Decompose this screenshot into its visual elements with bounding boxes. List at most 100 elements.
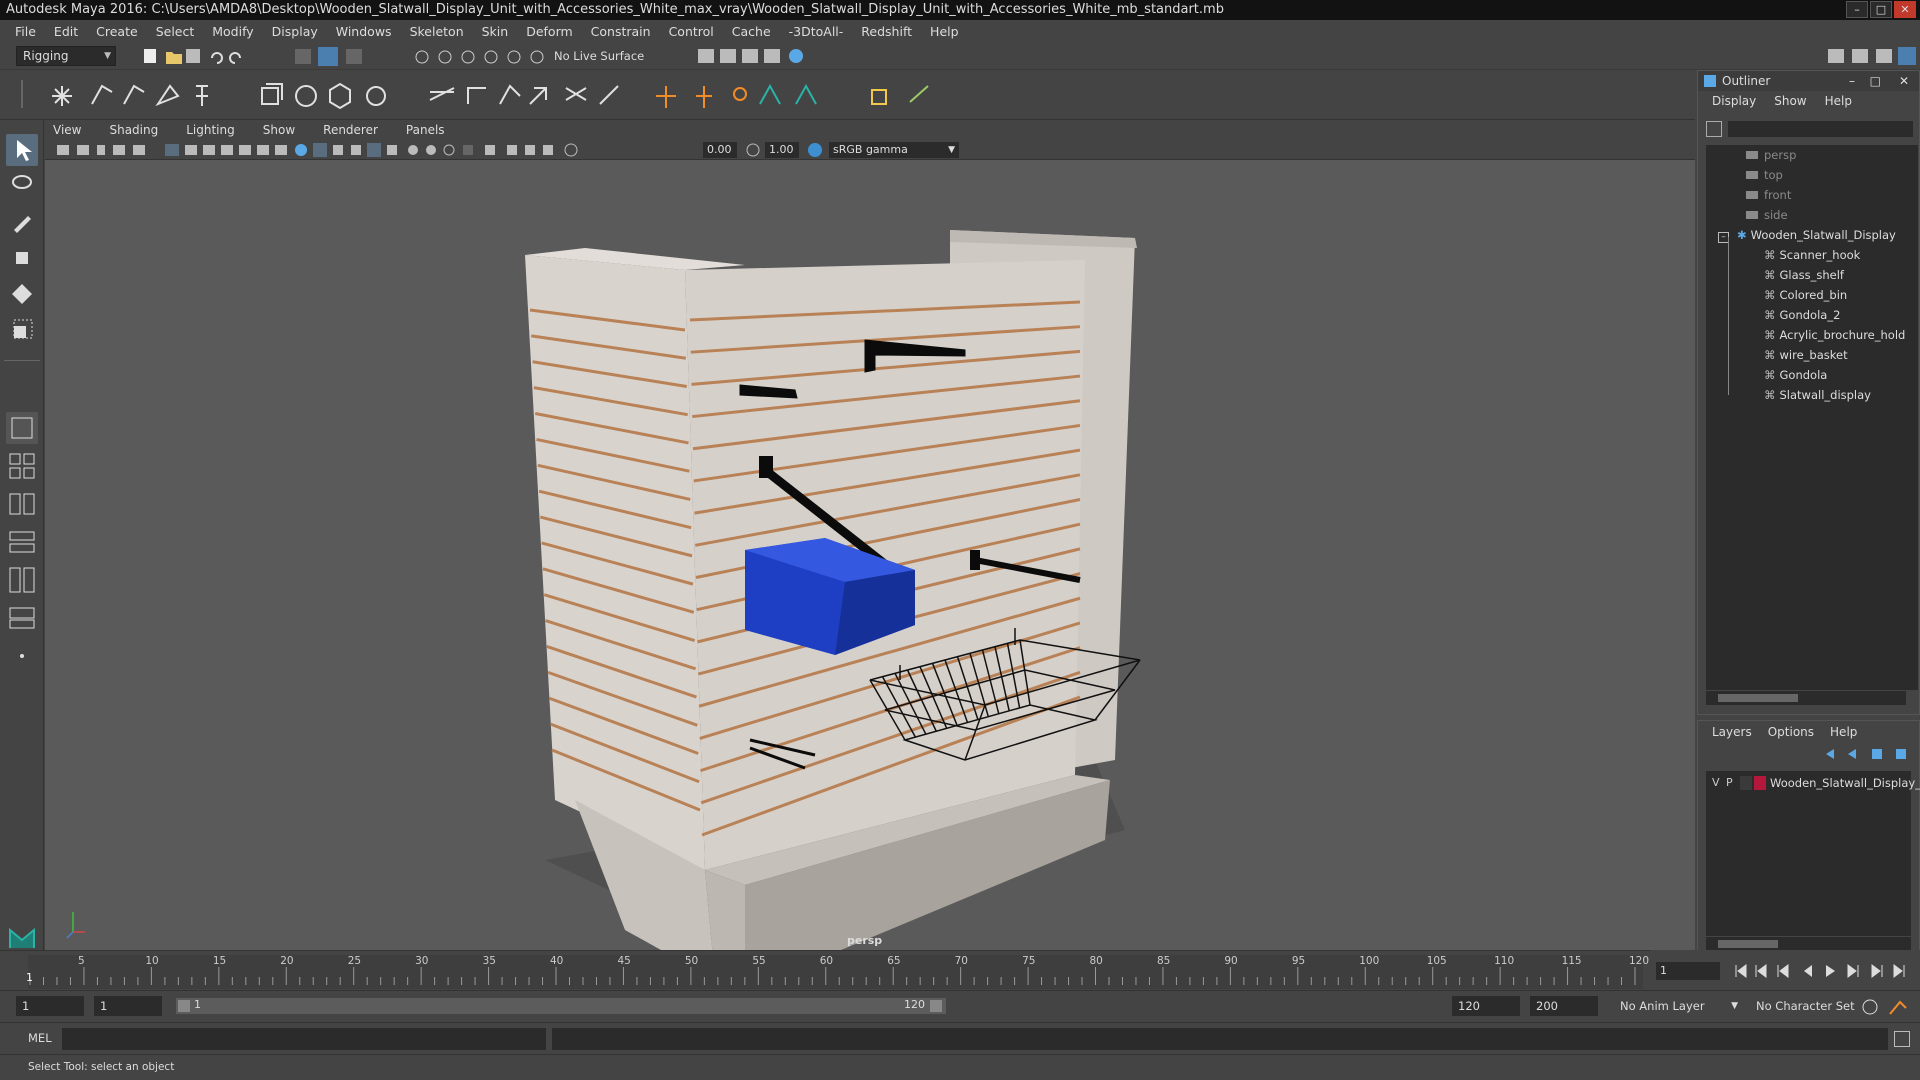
- two-view-layout-button[interactable]: [6, 488, 38, 520]
- anim-layer-value: No Anim Layer: [1620, 999, 1705, 1013]
- panel-menu-show[interactable]: Show: [263, 123, 295, 137]
- scale-tool-button[interactable]: [6, 314, 38, 346]
- filter-icon[interactable]: [1706, 121, 1722, 137]
- status-line-icons: [144, 47, 544, 66]
- outliner-item-scanner-hook[interactable]: ⌘ Scanner_hook: [1764, 245, 1860, 265]
- select-tool-button[interactable]: [6, 134, 38, 166]
- layer-color-swatch[interactable]: [1754, 776, 1766, 790]
- outliner-menu-display[interactable]: Display: [1712, 94, 1756, 108]
- panel-menu-shading[interactable]: Shading: [109, 123, 158, 137]
- layer-visibility-toggle[interactable]: V: [1712, 776, 1720, 789]
- menu-set-dropdown[interactable]: Rigging ▼: [16, 46, 116, 66]
- range-end-handle[interactable]: [930, 1000, 942, 1012]
- menu-redshift[interactable]: Redshift: [852, 24, 921, 39]
- outliner-title: Outliner: [1722, 74, 1771, 88]
- menu-control[interactable]: Control: [660, 24, 723, 39]
- menu-create[interactable]: Create: [87, 24, 147, 39]
- more-layouts-button[interactable]: [6, 640, 38, 672]
- transform-icon: ⌘: [1764, 388, 1776, 402]
- live-surface-field[interactable]: No Live Surface: [554, 46, 654, 66]
- outliner-menu-help[interactable]: Help: [1825, 94, 1852, 108]
- outliner-item-persp[interactable]: persp: [1746, 145, 1796, 165]
- snap-curve-icon: [438, 50, 452, 64]
- outliner-item-wire-basket[interactable]: ⌘ wire_basket: [1764, 345, 1848, 365]
- layer-reference-toggle[interactable]: [1740, 776, 1752, 790]
- menu-windows[interactable]: Windows: [327, 24, 401, 39]
- single-view-layout-button[interactable]: [6, 412, 38, 444]
- menu-cache[interactable]: Cache: [723, 24, 780, 39]
- panel-menu-view[interactable]: View: [53, 123, 81, 137]
- color-management-icon[interactable]: [807, 142, 823, 158]
- menu-3dtoall[interactable]: -3DtoAll-: [780, 24, 853, 39]
- outliner-item-slatwall-display[interactable]: ⌘ Slatwall_display: [1764, 385, 1871, 405]
- layer-playback-toggle[interactable]: P: [1726, 776, 1733, 789]
- gamma-field[interactable]: 1.00: [765, 142, 799, 158]
- outliner-v-scrollbar[interactable]: [1906, 145, 1918, 690]
- view-transform-dropdown[interactable]: sRGB gamma ▼: [829, 142, 959, 158]
- paint-select-button[interactable]: [6, 206, 38, 238]
- menu-skeleton[interactable]: Skeleton: [401, 24, 473, 39]
- outliner-close-button[interactable]: ✕: [1899, 71, 1909, 91]
- menu-modify[interactable]: Modify: [203, 24, 262, 39]
- script-editor-icon[interactable]: [1894, 1031, 1910, 1047]
- outliner-layout-button[interactable]: [6, 526, 38, 558]
- outliner-item-label: front: [1764, 188, 1792, 202]
- close-button[interactable]: ✕: [1894, 1, 1916, 18]
- outliner-h-scrollbar[interactable]: [1706, 691, 1906, 705]
- layer-h-scrollbar[interactable]: [1706, 937, 1911, 951]
- move-tool-button[interactable]: [6, 242, 38, 274]
- four-view-layout-button[interactable]: [6, 450, 38, 482]
- menu-edit[interactable]: Edit: [45, 24, 87, 39]
- outliner-minimize-button[interactable]: –: [1849, 71, 1855, 91]
- minimize-button[interactable]: –: [1846, 1, 1868, 18]
- layer-menu-help[interactable]: Help: [1830, 725, 1857, 739]
- graph-layout-button[interactable]: [6, 564, 38, 596]
- range-start-handle[interactable]: [178, 1000, 190, 1012]
- maximize-button[interactable]: □: [1870, 1, 1892, 18]
- outliner-item-root[interactable]: – ✱ Wooden_Slatwall_Display: [1718, 225, 1896, 245]
- layer-menu-layers[interactable]: Layers: [1712, 725, 1752, 739]
- menu-help[interactable]: Help: [921, 24, 968, 39]
- outliner-item-side[interactable]: side: [1746, 205, 1788, 225]
- rotate-tool-button[interactable]: [6, 278, 38, 310]
- outliner-menu-show[interactable]: Show: [1774, 94, 1806, 108]
- outliner-item-gondola-2[interactable]: ⌘ Gondola_2: [1764, 305, 1840, 325]
- animation-end-field[interactable]: 200: [1530, 996, 1598, 1016]
- panel-menu-renderer[interactable]: Renderer: [323, 123, 378, 137]
- scrollbar-thumb[interactable]: [1718, 694, 1798, 702]
- outliner-item-front[interactable]: front: [1746, 185, 1791, 205]
- menu-display[interactable]: Display: [263, 24, 327, 39]
- panel-menu-panels[interactable]: Panels: [406, 123, 445, 137]
- hypershade-layout-button[interactable]: [6, 602, 38, 634]
- playback-end-field[interactable]: 120: [1452, 996, 1520, 1016]
- time-ticks[interactable]: 1 5 10 15 20 25 30 35 40 45 50 55 60 65 70 75 80 85 90 95 1…: [26, 955, 1649, 989]
- menu-deform[interactable]: Deform: [517, 24, 581, 39]
- outliner-item-gondola[interactable]: ⌘ Gondola: [1764, 365, 1827, 385]
- lasso-tool-button[interactable]: [6, 170, 38, 202]
- outliner-item-colored-bin[interactable]: ⌘ Colored_bin: [1764, 285, 1847, 305]
- anim-layer-dropdown[interactable]: No Anim Layer ▼: [1620, 996, 1738, 1016]
- playback-start-field[interactable]: 1: [94, 996, 162, 1016]
- exposure-field[interactable]: 0.00: [703, 142, 737, 158]
- panel-menu-lighting[interactable]: Lighting: [186, 123, 235, 137]
- scrollbar-thumb[interactable]: [1718, 940, 1778, 948]
- scene-view[interactable]: [45, 160, 1695, 950]
- command-input[interactable]: [62, 1028, 546, 1050]
- character-set-dropdown[interactable]: No Character Set: [1756, 996, 1866, 1016]
- outliner-item-top[interactable]: top: [1746, 165, 1783, 185]
- layer-row[interactable]: V P Wooden_Slatwall_Display_U: [1706, 773, 1920, 793]
- outliner-search-input[interactable]: [1728, 121, 1913, 137]
- animation-start-field[interactable]: 1: [16, 996, 84, 1016]
- outliner-item-glass-shelf[interactable]: ⌘ Glass_shelf: [1764, 265, 1844, 285]
- command-language-label[interactable]: MEL: [28, 1031, 52, 1045]
- range-slider[interactable]: 1 120: [176, 998, 946, 1014]
- outliner-item-acrylic-brochure[interactable]: ⌘ Acrylic_brochure_hold: [1764, 325, 1905, 345]
- time-slider[interactable]: 1 5 10 15 20 25 30 35 40 45 50 55 60 65 70 75 80 85 90 95 1…: [0, 950, 1695, 990]
- outliner-maximize-button[interactable]: □: [1870, 71, 1881, 91]
- menu-skin[interactable]: Skin: [473, 24, 518, 39]
- menu-select[interactable]: Select: [147, 24, 204, 39]
- menu-file[interactable]: File: [6, 24, 45, 39]
- layer-menu-options[interactable]: Options: [1768, 725, 1814, 739]
- menu-constrain[interactable]: Constrain: [582, 24, 660, 39]
- current-frame-field[interactable]: 1: [1656, 962, 1720, 980]
